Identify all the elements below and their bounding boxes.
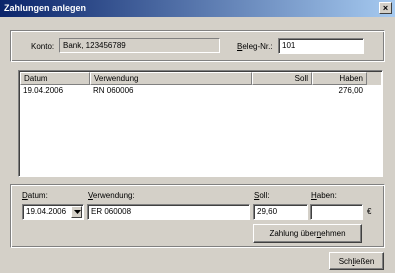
datum-combobox[interactable]: 19.04.2006 [22, 204, 84, 220]
table-row[interactable]: 19.04.2006 RN 060006 276,00 [20, 86, 381, 97]
konto-label: Konto: [31, 42, 55, 51]
verwendung-input[interactable]: ER 060008 [87, 204, 250, 220]
dialog-window: Zahlungen anlegen × Konto: Bank, 1234567… [0, 0, 395, 273]
currency-label: € [367, 207, 372, 216]
soll-input[interactable]: 29,60 [253, 204, 308, 220]
cell-verwendung: RN 060006 [93, 86, 134, 95]
cell-haben: 276,00 [338, 86, 363, 95]
close-button[interactable]: Schließen [329, 252, 384, 270]
soll-label: Soll: [254, 191, 270, 200]
col-datum[interactable]: Datum [20, 72, 90, 85]
title-bar[interactable]: Zahlungen anlegen × [0, 0, 395, 17]
verwendung-label: Verwendung: [88, 191, 135, 200]
datum-value: 19.04.2006 [26, 207, 67, 216]
window-title: Zahlungen anlegen [4, 3, 87, 13]
haben-label: Haben: [311, 191, 337, 200]
chevron-down-icon[interactable] [71, 206, 82, 218]
beleg-nr-input[interactable]: 101 [278, 38, 364, 54]
col-soll[interactable]: Soll [252, 72, 312, 85]
col-haben[interactable]: Haben [312, 72, 367, 85]
submit-payment-button[interactable]: Zahlung übernehmen [253, 224, 362, 243]
list-header: Datum Verwendung Soll Haben [20, 72, 381, 85]
beleg-label: Beleg-Nr.: [237, 42, 273, 51]
payments-list[interactable]: Datum Verwendung Soll Haben 19.04.2006 R… [18, 70, 383, 177]
haben-input[interactable] [310, 204, 363, 220]
datum-label: Datum: [22, 191, 48, 200]
close-icon[interactable]: × [379, 2, 392, 14]
cell-datum: 19.04.2006 [23, 86, 64, 95]
konto-field: Bank, 123456789 [59, 38, 220, 53]
col-verwendung[interactable]: Verwendung [90, 72, 252, 85]
